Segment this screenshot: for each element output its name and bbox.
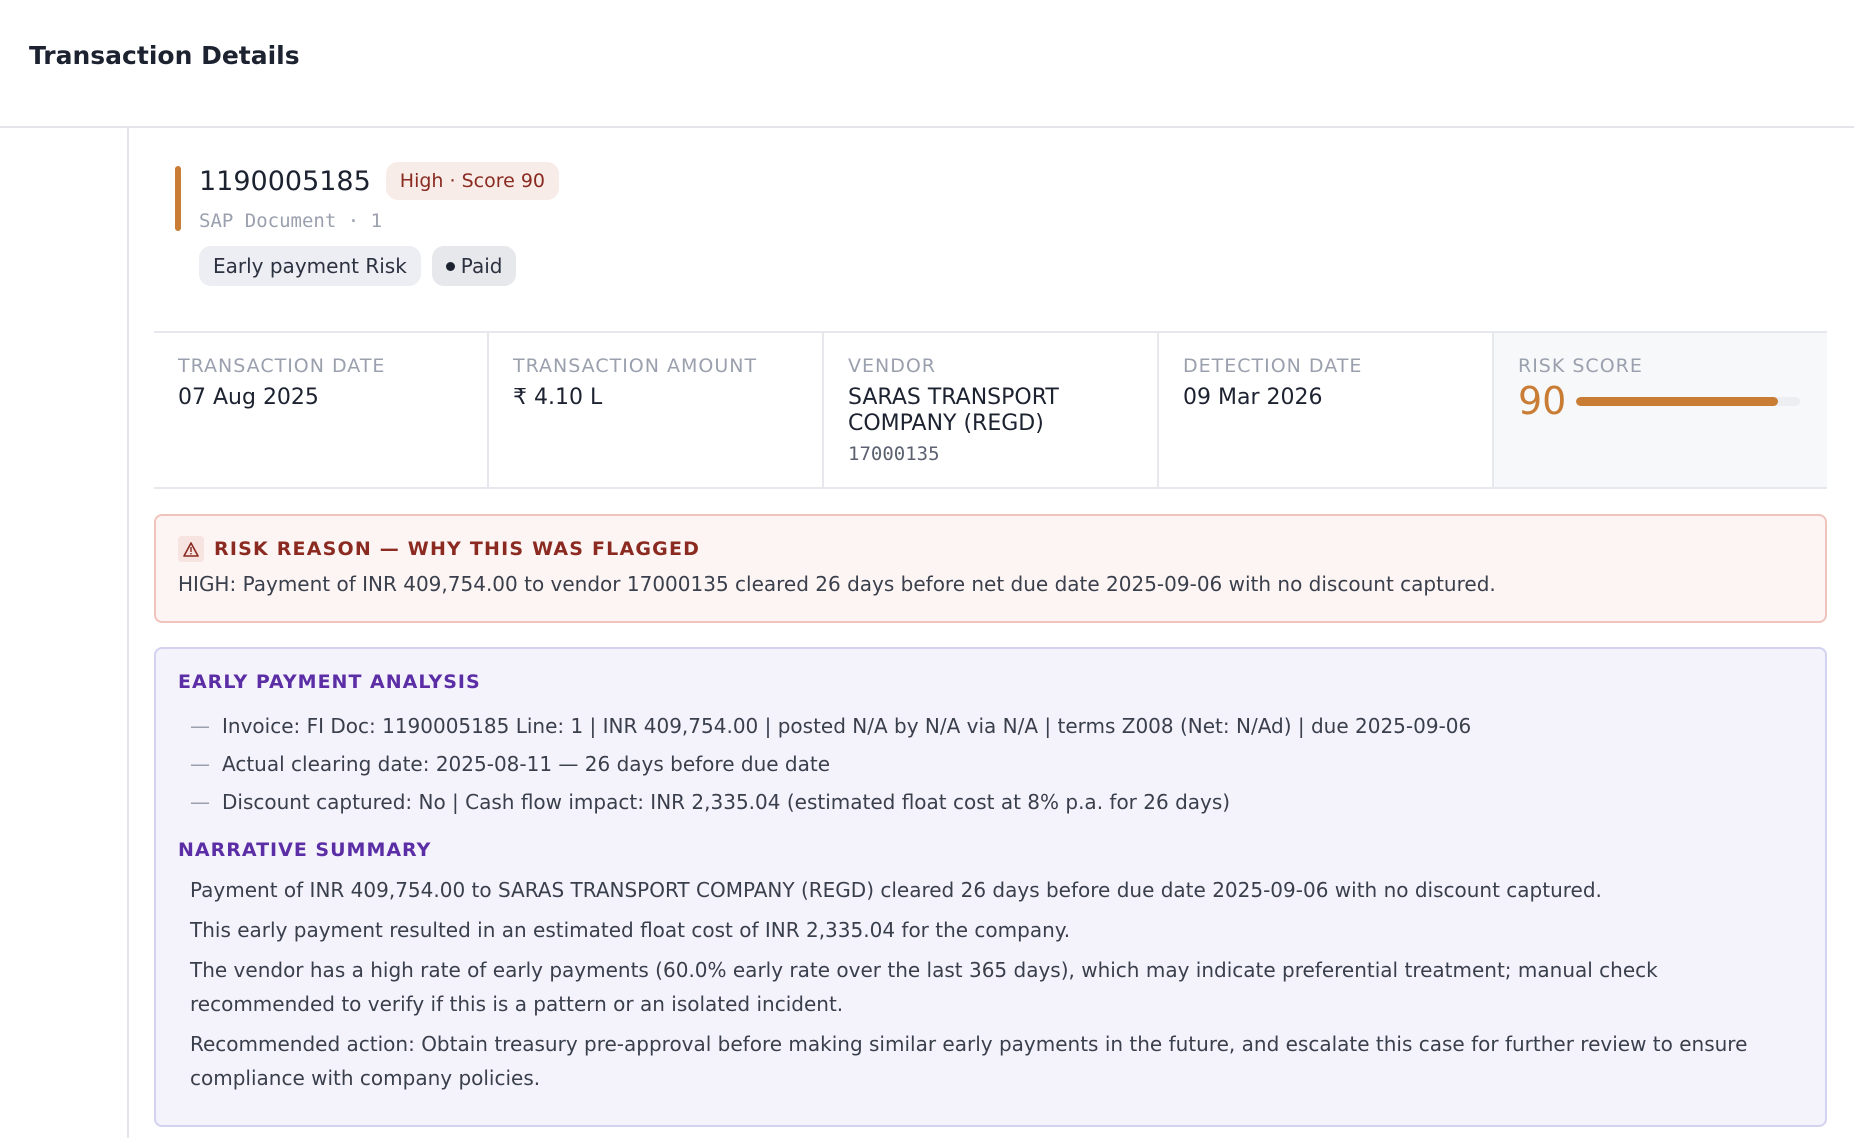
risk-accent-bar	[175, 166, 181, 231]
narrative-paragraph: Recommended action: Obtain treasury pre-…	[190, 1032, 1748, 1090]
narrative-title: NARRATIVE SUMMARY	[178, 839, 432, 861]
stat-label: TRANSACTION AMOUNT	[513, 355, 758, 377]
risk-score-bar	[1576, 396, 1801, 406]
stat-transaction-date: TRANSACTION DATE 07 Aug 2025	[154, 333, 489, 487]
status-tag-label: Paid	[460, 254, 503, 278]
narrative-summary: Payment of INR 409,754.00 to SARAS TRANS…	[178, 873, 1803, 1095]
dash-icon: —	[190, 752, 210, 776]
dash-icon: —	[190, 714, 210, 738]
analysis-title: EARLY PAYMENT ANALYSIS	[178, 671, 481, 693]
risk-score-bar-fill	[1576, 396, 1778, 406]
list-item: — Invoice: FI Doc: 1190005185 Line: 1 | I…	[190, 707, 1803, 745]
title-row: 1190005185 High · Score 90	[199, 162, 1829, 200]
stats-grid: TRANSACTION DATE 07 Aug 2025 TRANSACTION…	[154, 331, 1827, 489]
top-bar: Transaction Details	[0, 0, 1854, 128]
stat-label: TRANSACTION DATE	[178, 355, 386, 377]
transaction-header: 1190005185 High · Score 90 SAP Document …	[154, 128, 1829, 331]
risk-level-badge: High · Score 90	[385, 162, 560, 200]
stat-label: VENDOR	[848, 355, 937, 377]
left-rail	[0, 128, 129, 1138]
risk-score-value: 90	[1518, 379, 1567, 423]
page-title: Transaction Details	[29, 40, 300, 70]
vendor-id: 17000135	[848, 443, 940, 465]
stat-value: 07 Aug 2025	[178, 385, 319, 410]
list-item-text: Invoice: FI Doc: 1190005185 Line: 1 | IN…	[222, 714, 1472, 738]
narrative-paragraph: Payment of INR 409,754.00 to SARAS TRANS…	[190, 878, 1602, 902]
stat-risk-score: RISK SCORE 90	[1494, 333, 1827, 487]
stat-detection-date: DETECTION DATE 09 Mar 2026	[1159, 333, 1494, 487]
layout: 1190005185 High · Score 90 SAP Document …	[0, 128, 1854, 1138]
dash-icon: —	[190, 790, 210, 814]
risk-type-tag: Early payment Risk	[199, 246, 421, 286]
stat-value: ₹ 4.10 L	[513, 385, 603, 410]
status-dot-icon	[445, 261, 455, 271]
stat-label: RISK SCORE	[1518, 355, 1643, 377]
stat-transaction-amount: TRANSACTION AMOUNT ₹ 4.10 L	[489, 333, 824, 487]
analysis-list: — Invoice: FI Doc: 1190005185 Line: 1 | I…	[178, 707, 1803, 821]
list-item-text: Actual clearing date: 2025-08-11 — 26 da…	[222, 752, 830, 776]
narrative-paragraph: This early payment resulted in an estima…	[190, 918, 1071, 942]
risk-reason-header: RISK REASON — WHY THIS WAS FLAGGED	[178, 536, 1803, 562]
risk-reason-text: HIGH: Payment of INR 409,754.00 to vendo…	[178, 572, 1496, 596]
list-item: — Discount captured: No | Cash flow impac…	[190, 783, 1803, 821]
stat-value: 09 Mar 2026	[1183, 385, 1323, 410]
stat-vendor: VENDOR SARAS TRANSPORT COMPANY (REGD) 17…	[824, 333, 1159, 487]
risk-reason-panel: RISK REASON — WHY THIS WAS FLAGGED HIGH:…	[154, 514, 1827, 623]
list-item: — Actual clearing date: 2025-08-11 — 26 d…	[190, 745, 1803, 783]
main-content: 1190005185 High · Score 90 SAP Document …	[129, 128, 1829, 1138]
document-meta: SAP Document · 1	[199, 210, 383, 232]
warning-icon	[178, 536, 204, 562]
status-tag: Paid	[431, 246, 517, 286]
vendor-name: SARAS TRANSPORT COMPANY (REGD)	[848, 385, 1059, 436]
risk-score-row: 90	[1518, 379, 1803, 423]
early-payment-analysis-panel: EARLY PAYMENT ANALYSIS — Invoice: FI Doc:…	[154, 647, 1827, 1127]
tag-list: Early payment Risk Paid	[199, 246, 1829, 286]
narrative-paragraph: The vendor has a high rate of early paym…	[190, 958, 1658, 1016]
list-item-text: Discount captured: No | Cash flow impact…	[222, 790, 1231, 814]
stat-label: DETECTION DATE	[1183, 355, 1363, 377]
document-number: 1190005185	[199, 165, 371, 197]
risk-reason-title: RISK REASON — WHY THIS WAS FLAGGED	[214, 538, 701, 560]
